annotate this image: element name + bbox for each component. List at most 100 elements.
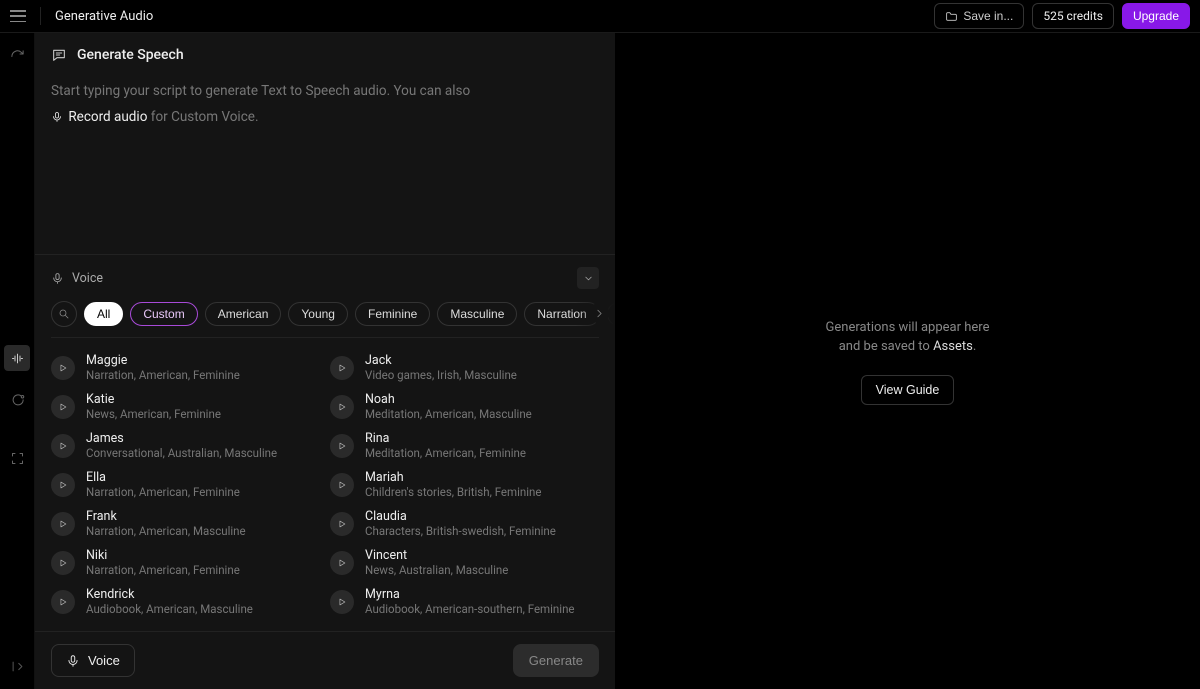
- voice-desc: Meditation, American, Masculine: [365, 407, 532, 421]
- voice-header: Voice: [35, 255, 615, 297]
- voice-list: MaggieNarration, American, Feminine Kati…: [35, 344, 615, 631]
- credits-badge[interactable]: 525 credits: [1032, 3, 1114, 29]
- voice-item[interactable]: FrankNarration, American, Masculine: [51, 504, 320, 543]
- app-title: Generative Audio: [55, 9, 153, 24]
- voice-item[interactable]: ClaudiaCharacters, British-swedish, Femi…: [330, 504, 599, 543]
- voice-item[interactable]: RinaMeditation, American, Feminine: [330, 426, 599, 465]
- play-icon[interactable]: [51, 512, 75, 536]
- chat-icon[interactable]: [8, 391, 26, 409]
- filter-chips: All Custom American Young Feminine Mascu…: [35, 297, 615, 337]
- voice-desc: Video games, Irish, Masculine: [365, 368, 517, 382]
- refresh-icon[interactable]: [8, 47, 26, 65]
- chip-feminine[interactable]: Feminine: [355, 302, 430, 326]
- chip-american[interactable]: American: [205, 302, 282, 326]
- voice-item[interactable]: MyrnaAudiobook, American-southern, Femin…: [330, 582, 599, 621]
- voice-desc: Audiobook, American, Masculine: [86, 602, 253, 616]
- play-icon[interactable]: [330, 356, 354, 380]
- divider: [40, 7, 41, 25]
- play-icon[interactable]: [51, 473, 75, 497]
- voice-name: Frank: [86, 509, 246, 524]
- voice-item[interactable]: JamesConversational, Australian, Masculi…: [51, 426, 320, 465]
- mic-icon: [66, 654, 80, 668]
- assets-link[interactable]: Assets: [933, 339, 973, 354]
- generate-button[interactable]: Generate: [513, 644, 599, 677]
- voice-desc: Narration, American, Feminine: [86, 368, 240, 382]
- speech-icon: [51, 47, 67, 63]
- empty-line-1: Generations will appear here: [826, 318, 990, 338]
- audio-icon[interactable]: [4, 345, 30, 371]
- save-label: Save in...: [963, 9, 1013, 23]
- topbar: Generative Audio Save in... 525 credits …: [0, 0, 1200, 33]
- left-panel: Generate Speech Start typing your script…: [35, 33, 615, 689]
- play-icon[interactable]: [51, 590, 75, 614]
- play-icon[interactable]: [51, 395, 75, 419]
- save-button[interactable]: Save in...: [934, 3, 1024, 29]
- voice-desc: Meditation, American, Feminine: [365, 446, 526, 460]
- voice-name: Niki: [86, 548, 240, 563]
- script-input-area[interactable]: Start typing your script to generate Tex…: [35, 73, 615, 146]
- voice-item[interactable]: MaggieNarration, American, Feminine: [51, 348, 320, 387]
- voice-desc: Narration, American, Masculine: [86, 524, 246, 538]
- main: Generate Speech Start typing your script…: [0, 33, 1200, 689]
- upgrade-button[interactable]: Upgrade: [1122, 3, 1190, 29]
- voice-item[interactable]: JackVideo games, Irish, Masculine: [330, 348, 599, 387]
- voice-name: Noah: [365, 392, 532, 407]
- play-icon[interactable]: [330, 512, 354, 536]
- voice-desc: Narration, American, Feminine: [86, 563, 240, 577]
- prompt-text-2: for Custom Voice.: [147, 109, 258, 125]
- play-icon[interactable]: [330, 551, 354, 575]
- voice-item[interactable]: KendrickAudiobook, American, Masculine: [51, 582, 320, 621]
- voice-name: Katie: [86, 392, 221, 407]
- play-icon[interactable]: [330, 395, 354, 419]
- mic-icon: [51, 272, 64, 285]
- voice-selector-button[interactable]: Voice: [51, 644, 135, 677]
- voice-desc: Children's stories, British, Feminine: [365, 485, 542, 499]
- play-icon[interactable]: [330, 473, 354, 497]
- search-icon[interactable]: [51, 301, 77, 327]
- voice-item[interactable]: EllaNarration, American, Feminine: [51, 465, 320, 504]
- record-audio-link[interactable]: Record audio: [68, 109, 147, 125]
- voice-name: Ella: [86, 470, 240, 485]
- menu-icon[interactable]: [10, 10, 26, 22]
- play-icon[interactable]: [51, 356, 75, 380]
- voice-item[interactable]: NikiNarration, American, Feminine: [51, 543, 320, 582]
- collapse-voice-button[interactable]: [577, 267, 599, 289]
- voice-item[interactable]: VincentNews, Australian, Masculine: [330, 543, 599, 582]
- collapse-rail-icon[interactable]: [8, 657, 26, 675]
- folder-icon: [945, 10, 958, 23]
- voice-item[interactable]: NoahMeditation, American, Masculine: [330, 387, 599, 426]
- voice-desc: Audiobook, American-southern, Feminine: [365, 602, 575, 616]
- empty-state: Generations will appear here and be save…: [826, 318, 990, 405]
- voice-desc: News, Australian, Masculine: [365, 563, 508, 577]
- voice-desc: Narration, American, Feminine: [86, 485, 240, 499]
- icon-rail: [0, 33, 35, 689]
- play-icon[interactable]: [51, 434, 75, 458]
- voice-name: James: [86, 431, 277, 446]
- prompt-text-1: Start typing your script to generate Tex…: [51, 83, 470, 99]
- section-title: Generate Speech: [77, 47, 184, 63]
- voice-item[interactable]: KatieNews, American, Feminine: [51, 387, 320, 426]
- voice-name: Jack: [365, 353, 517, 368]
- voice-name: Myrna: [365, 587, 575, 602]
- play-icon[interactable]: [330, 590, 354, 614]
- scroll-right-icon[interactable]: [589, 303, 609, 323]
- voice-label: Voice: [72, 271, 103, 286]
- chip-all[interactable]: All: [84, 302, 123, 326]
- voice-name: Rina: [365, 431, 526, 446]
- chip-young[interactable]: Young: [288, 302, 348, 326]
- topbar-left: Generative Audio: [10, 7, 153, 25]
- topbar-right: Save in... 525 credits Upgrade: [934, 3, 1190, 29]
- chip-custom[interactable]: Custom: [130, 302, 197, 326]
- empty-line-2: and be saved to Assets.: [826, 337, 990, 357]
- view-guide-button[interactable]: View Guide: [861, 375, 955, 405]
- voice-name: Kendrick: [86, 587, 253, 602]
- play-icon[interactable]: [51, 551, 75, 575]
- section-header: Generate Speech: [35, 33, 615, 73]
- voice-name: Mariah: [365, 470, 542, 485]
- right-panel: Generations will appear here and be save…: [615, 33, 1200, 689]
- expand-icon[interactable]: [8, 449, 26, 467]
- voice-name: Vincent: [365, 548, 508, 563]
- chip-masculine[interactable]: Masculine: [437, 302, 517, 326]
- voice-item[interactable]: MariahChildren's stories, British, Femin…: [330, 465, 599, 504]
- play-icon[interactable]: [330, 434, 354, 458]
